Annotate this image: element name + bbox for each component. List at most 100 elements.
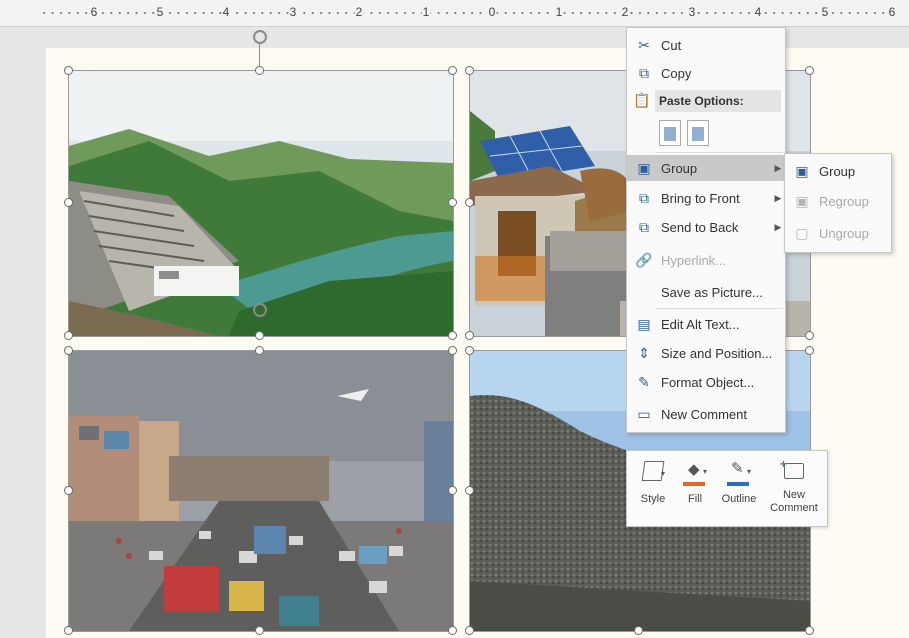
menu-separator xyxy=(655,152,783,153)
menu-item-edit-alt-text[interactable]: ▤ Edit Alt Text... xyxy=(627,311,785,337)
resize-handle[interactable] xyxy=(64,486,73,495)
new-comment-label-line2: Comment xyxy=(770,502,818,514)
resize-handle[interactable] xyxy=(448,331,457,340)
submenu-item-group[interactable]: ▣ Group xyxy=(785,158,891,184)
paste-option-picture[interactable] xyxy=(687,120,709,146)
resize-handle[interactable] xyxy=(64,331,73,340)
hyperlink-icon: 🔗 xyxy=(635,251,653,268)
ruler-label: 4 xyxy=(221,5,231,19)
ruler-ticks xyxy=(40,11,899,15)
ruler-label: 6 xyxy=(89,5,99,19)
menu-item-bring-to-front[interactable]: ⧉ Bring to Front ▶ xyxy=(627,185,785,211)
resize-handle[interactable] xyxy=(465,486,474,495)
ruler-label: 0 xyxy=(487,5,497,19)
ruler-label: 1 xyxy=(554,5,564,19)
new-comment-label: New Comment xyxy=(770,489,818,515)
group-submenu: ▣ Group ▣ Regroup ▢ Ungroup xyxy=(784,153,892,253)
menu-item-label: Hyperlink... xyxy=(661,252,727,268)
new-comment-button[interactable]: + New Comment xyxy=(767,457,821,521)
menu-item-cut[interactable]: ✂ Cut xyxy=(627,32,785,58)
style-button[interactable]: ▾ Style xyxy=(631,457,675,521)
resize-handle[interactable] xyxy=(64,626,73,635)
resize-handle[interactable] xyxy=(805,331,814,340)
resize-handle[interactable] xyxy=(465,331,474,340)
new-comment-label-line1: New xyxy=(782,489,805,501)
menu-item-label: Size and Position... xyxy=(661,345,773,361)
menu-separator xyxy=(655,308,783,309)
comment-icon: ▭ xyxy=(637,405,651,422)
resize-handle[interactable] xyxy=(448,198,457,207)
resize-handle[interactable] xyxy=(64,66,73,75)
menu-item-label: Cut xyxy=(661,37,682,53)
resize-handle[interactable] xyxy=(634,626,643,635)
style-icon: ▾ xyxy=(639,457,667,487)
fill-label: Fill xyxy=(687,493,703,505)
resize-handle[interactable] xyxy=(448,346,457,355)
resize-handle[interactable] xyxy=(805,66,814,75)
mini-toolbar: ▾ Style ◆ ▾ Fill ✎ ▾ Outline + New Comme… xyxy=(626,450,828,527)
submenu-item-ungroup[interactable]: ▢ Ungroup xyxy=(785,220,891,246)
resize-handle[interactable] xyxy=(805,346,814,355)
resize-handle[interactable] xyxy=(448,66,457,75)
resize-handle[interactable] xyxy=(448,626,457,635)
alt-text-icon: ▤ xyxy=(637,315,651,332)
rotation-handle-stem xyxy=(259,42,260,66)
outline-label: Outline xyxy=(721,493,757,505)
resize-handle[interactable] xyxy=(805,626,814,635)
ruler-label: 3 xyxy=(288,5,298,19)
ruler-label: 2 xyxy=(354,5,364,19)
ruler-label: 5 xyxy=(155,5,165,19)
submenu-item-regroup[interactable]: ▣ Regroup xyxy=(785,188,891,214)
resize-handle[interactable] xyxy=(255,626,264,635)
menu-item-label: Bring to Front xyxy=(661,190,740,206)
ruler-label: 1 xyxy=(421,5,431,19)
resize-handle[interactable] xyxy=(465,198,474,207)
picture-dam-landscape[interactable] xyxy=(68,70,454,337)
menu-item-save-as-picture[interactable]: Save as Picture... xyxy=(627,279,785,305)
ruler-label: 3 xyxy=(687,5,697,19)
menu-item-label: Save as Picture... xyxy=(661,284,763,300)
fill-button[interactable]: ◆ ▾ Fill xyxy=(673,457,717,521)
horizontal-ruler: 6 5 4 3 2 1 0 1 2 3 4 5 6 xyxy=(0,0,909,27)
left-gutter xyxy=(0,27,46,638)
new-comment-icon: + xyxy=(780,457,808,487)
paste-option-keep-formatting[interactable] xyxy=(659,120,681,146)
picture-city-traffic[interactable] xyxy=(68,350,454,632)
bring-to-front-icon: ⧉ xyxy=(639,189,649,206)
submenu-item-label: Regroup xyxy=(819,193,869,209)
resize-handle[interactable] xyxy=(448,486,457,495)
menu-item-new-comment[interactable]: ▭ New Comment xyxy=(627,401,785,427)
blank-icon xyxy=(633,283,655,301)
context-menu: ✂ Cut ⧉ Copy 📋 Paste Options: ▣ Group ▶ … xyxy=(626,27,786,433)
paste-options-header: Paste Options: xyxy=(655,90,781,112)
resize-handle[interactable] xyxy=(64,346,73,355)
resize-handle[interactable] xyxy=(255,331,264,340)
menu-item-label: New Comment xyxy=(661,406,747,422)
menu-item-format-object[interactable]: ✎ Format Object... xyxy=(627,369,785,395)
ruler-label: 6 xyxy=(887,5,897,19)
ruler-label: 4 xyxy=(753,5,763,19)
style-label: Style xyxy=(640,493,666,505)
resize-handle[interactable] xyxy=(64,198,73,207)
resize-handle[interactable] xyxy=(255,346,264,355)
outline-button[interactable]: ✎ ▾ Outline xyxy=(717,457,761,521)
menu-item-group[interactable]: ▣ Group ▶ xyxy=(627,155,785,181)
copy-icon: ⧉ xyxy=(639,64,649,81)
resize-handle[interactable] xyxy=(465,66,474,75)
regroup-icon: ▣ xyxy=(795,192,809,209)
rotation-handle[interactable] xyxy=(253,303,267,317)
submenu-item-label: Ungroup xyxy=(819,225,869,241)
scissors-icon: ✂ xyxy=(638,36,650,53)
resize-handle[interactable] xyxy=(255,66,264,75)
menu-item-copy[interactable]: ⧉ Copy xyxy=(627,60,785,86)
rotation-handle[interactable] xyxy=(253,30,267,44)
submenu-arrow-icon: ▶ xyxy=(774,192,782,203)
resize-handle[interactable] xyxy=(465,626,474,635)
menu-item-hyperlink[interactable]: 🔗 Hyperlink... xyxy=(627,247,785,273)
menu-item-size-and-position[interactable]: ⇕ Size and Position... xyxy=(627,340,785,366)
dam-image xyxy=(69,71,453,336)
submenu-item-label: Group xyxy=(819,163,856,179)
menu-item-send-to-back[interactable]: ⧉ Send to Back ▶ xyxy=(627,214,785,240)
resize-handle[interactable] xyxy=(465,346,474,355)
menu-item-label: Format Object... xyxy=(661,374,755,390)
